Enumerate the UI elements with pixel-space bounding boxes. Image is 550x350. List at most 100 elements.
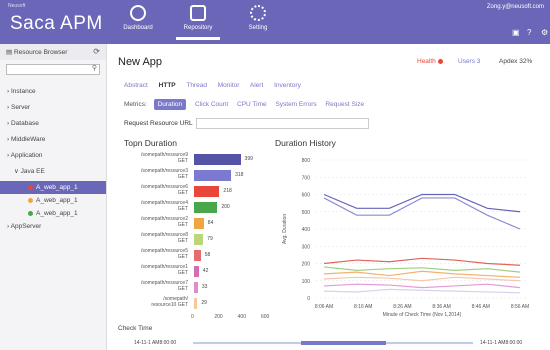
- tree-item-app-1[interactable]: A_web_app_1: [0, 181, 106, 194]
- sidebar-search-input[interactable]: ⚲: [6, 64, 100, 75]
- history-series-line: [323, 276, 521, 282]
- topn-bar[interactable]: [194, 282, 198, 293]
- time-slider-range[interactable]: [301, 341, 386, 345]
- x-axis-label: Minute of Check Time (Nov 1,2014): [383, 312, 462, 318]
- x-tick-label: 8:56 AM: [511, 304, 529, 310]
- tree-item-server[interactable]: › Server: [0, 101, 106, 114]
- page-title: New App: [118, 56, 163, 68]
- topn-method: resource10 GET: [151, 302, 188, 308]
- topn-row[interactable]: /somepath/resource5 GET 58: [108, 248, 268, 264]
- topn-row-label: /somepath/resource6 GET: [108, 184, 188, 196]
- topn-tick: 200: [214, 314, 223, 320]
- x-tick-label: 8:46 AM: [472, 304, 490, 310]
- metric-click-count[interactable]: Click Count: [195, 101, 228, 108]
- tree-item-instance[interactable]: › Instance: [0, 85, 106, 98]
- lock-icon[interactable]: ▣: [512, 28, 520, 37]
- topn-row[interactable]: /somepath/resource4 GET 200: [108, 200, 268, 216]
- tab-alert[interactable]: Alert: [250, 82, 263, 89]
- nav-repository[interactable]: Repository: [168, 5, 228, 40]
- metrics-bar: Metrics: Duration Click Count CPU Time S…: [124, 99, 364, 110]
- request-url-label: Request Resource URL: [124, 120, 193, 127]
- topn-bar[interactable]: [194, 250, 201, 261]
- nav-setting[interactable]: Setting: [228, 5, 288, 31]
- tree-item-app-2[interactable]: A_web_app_1: [0, 194, 106, 207]
- tab-monitor[interactable]: Monitor: [218, 82, 240, 89]
- topn-bar[interactable]: [194, 202, 218, 213]
- tree-item-app-3[interactable]: A_web_app_1: [0, 207, 106, 220]
- topn-row-label: /somepath/resource5 GET: [108, 248, 188, 260]
- topn-method: GET: [177, 238, 188, 244]
- metric-cpu-time[interactable]: CPU Time: [237, 101, 267, 108]
- topn-bar[interactable]: [194, 298, 198, 309]
- nav-dashboard[interactable]: Dashboard: [108, 5, 168, 31]
- help-icon[interactable]: ?: [527, 28, 531, 37]
- settings-icon[interactable]: ⚙: [541, 28, 548, 37]
- tree-item-database[interactable]: › Database: [0, 117, 106, 130]
- y-axis-label: Avg. Duration: [282, 214, 288, 244]
- tree-item-appserver[interactable]: › AppServer: [0, 220, 106, 233]
- topn-bar[interactable]: [194, 266, 199, 277]
- topn-chart: /somepath/resource9 GET 399/somepath/resou…: [108, 152, 273, 322]
- apdex-score: Apdex 32%: [499, 58, 533, 65]
- topn-row[interactable]: /somepath/resource7 GET 33: [108, 280, 268, 296]
- topn-title: Topn Duration: [124, 138, 177, 148]
- dashboard-icon: [130, 5, 146, 21]
- topn-method: GET: [177, 158, 188, 164]
- check-time-label: Check Time: [118, 325, 153, 332]
- user-name[interactable]: Zong.y@neusoft.com: [487, 4, 544, 10]
- topn-bar[interactable]: [194, 234, 204, 245]
- tab-bar: Abstract HTTP Thread Monitor Alert Inven…: [124, 82, 310, 89]
- health-status[interactable]: Health: [417, 58, 446, 65]
- brand-logo[interactable]: Saca APM: [10, 13, 103, 35]
- topn-row[interactable]: /somepath/resource8 GET 79: [108, 232, 268, 248]
- tree-item-middleware[interactable]: › MiddleWare: [0, 133, 106, 146]
- request-url-input[interactable]: [196, 118, 369, 129]
- history-series-line: [323, 257, 521, 266]
- metric-request-size[interactable]: Request Size: [325, 101, 364, 108]
- topn-bar-value: 399: [244, 156, 253, 162]
- metrics-label: Metrics:: [124, 101, 147, 108]
- topn-bar[interactable]: [194, 218, 204, 229]
- y-tick-label: 700: [302, 175, 311, 181]
- topn-row[interactable]: /somepath/resource10 GET 29: [108, 296, 268, 312]
- tab-thread[interactable]: Thread: [186, 82, 207, 89]
- metric-duration[interactable]: Duration: [153, 99, 187, 110]
- x-tick-label: 8:36 AM: [432, 304, 450, 310]
- topn-bar-value: 33: [201, 284, 208, 290]
- topn-row[interactable]: /somepath/resource2 GET 84: [108, 216, 268, 232]
- topn-bar[interactable]: [194, 154, 241, 165]
- tab-abstract[interactable]: Abstract: [124, 82, 148, 89]
- topn-method: GET: [177, 254, 188, 260]
- history-series-line: [323, 193, 521, 213]
- topn-row[interactable]: /somepath/resource9 GET 399: [108, 152, 268, 168]
- tab-inventory[interactable]: Inventory: [274, 82, 301, 89]
- refresh-icon[interactable]: ⟳: [93, 47, 100, 56]
- status-dot-icon: [28, 184, 33, 190]
- y-tick-label: 600: [302, 193, 311, 199]
- topn-bar[interactable]: [194, 186, 220, 197]
- history-series-line: [323, 197, 521, 230]
- y-tick-label: 100: [302, 279, 311, 285]
- topn-row-label: /somepath/resource7 GET: [108, 280, 188, 292]
- topn-row[interactable]: /somepath/resource6 GET 218: [108, 184, 268, 200]
- y-tick-label: 800: [302, 158, 311, 164]
- tree-item-application[interactable]: › Application: [0, 149, 106, 162]
- topn-bar[interactable]: [194, 170, 232, 181]
- topn-row[interactable]: /somepath/resource1 GET 42: [108, 264, 268, 280]
- topn-row-label: /somepath/resource3 GET: [108, 168, 188, 180]
- tab-http[interactable]: HTTP: [159, 82, 176, 89]
- topn-method: GET: [177, 270, 188, 276]
- metric-system-errors[interactable]: System Errors: [275, 101, 316, 108]
- topn-row[interactable]: /somepath/resource3 GET 318: [108, 168, 268, 184]
- history-series-line: [323, 288, 521, 294]
- main-panel: New App Health Users 3 Apdex 32% Abstrac…: [108, 44, 550, 350]
- topn-row-label: /somepath/resource2 GET: [108, 216, 188, 228]
- topn-row-label: /somepath/resource1 GET: [108, 264, 188, 276]
- tree-item-java-ee[interactable]: ∨ Java EE: [0, 165, 106, 178]
- topn-bar-value: 84: [207, 220, 214, 226]
- topn-row-label: /somepath/resource9 GET: [108, 152, 188, 164]
- users-count[interactable]: Users 3: [458, 58, 480, 65]
- sidebar: ▤ Resource Browser ⟳ ⚲ › Instance › Serv…: [0, 44, 107, 350]
- check-time-start: 14-11-1 AM8:00:00: [134, 340, 177, 346]
- topn-bar-value: 79: [207, 236, 213, 242]
